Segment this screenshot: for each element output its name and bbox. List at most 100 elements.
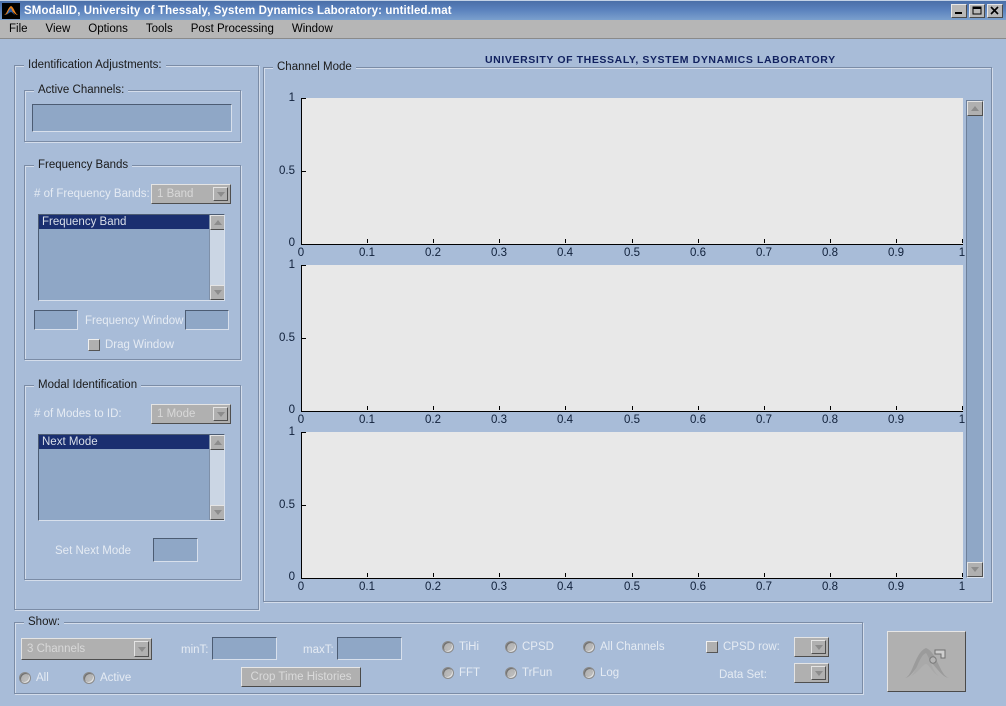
channels-dropdown[interactable]: 3 Channels xyxy=(21,638,152,660)
menu-post-processing[interactable]: Post Processing xyxy=(182,22,283,37)
menu-tools[interactable]: Tools xyxy=(137,22,182,37)
chevron-down-icon[interactable] xyxy=(811,640,826,654)
chart-2-xtick-mark xyxy=(698,406,699,410)
close-button[interactable] xyxy=(987,3,1003,18)
all-channels-radio[interactable] xyxy=(583,641,595,653)
mint-input[interactable] xyxy=(212,637,277,660)
active-channels-title: Active Channels: xyxy=(34,84,129,96)
chart-2-xtick-label: 0.7 xyxy=(756,414,772,426)
scroll-up-arrow-icon[interactable] xyxy=(210,215,224,230)
scroll-down-arrow-icon[interactable] xyxy=(210,505,224,520)
chart-2-ytick-mark xyxy=(302,265,306,266)
cpsd-radio-row[interactable]: CPSD xyxy=(505,641,554,653)
chevron-down-icon[interactable] xyxy=(134,641,149,657)
scroll-down-arrow-icon[interactable] xyxy=(967,562,983,577)
chart-3-xtick-mark xyxy=(830,573,831,577)
active-radio-row[interactable]: Active xyxy=(83,672,131,684)
fft-radio-row[interactable]: FFT xyxy=(442,667,480,679)
modes-count-label: # of Modes to ID: xyxy=(34,408,122,420)
drag-window-checkbox-row[interactable]: Drag Window xyxy=(88,339,174,351)
chart-1-xtick-mark xyxy=(830,239,831,243)
set-next-mode-input[interactable] xyxy=(153,538,198,562)
modes-listbox[interactable]: Next Mode xyxy=(38,434,225,521)
scroll-up-arrow-icon[interactable] xyxy=(210,435,224,450)
frequency-window-max-input[interactable] xyxy=(185,310,229,330)
chart-2-xtick-label: 0.1 xyxy=(359,414,375,426)
trfun-radio[interactable] xyxy=(505,667,517,679)
crop-time-histories-button[interactable]: Crop Time Histories xyxy=(241,667,361,687)
scroll-down-arrow-icon[interactable] xyxy=(210,285,224,300)
chart-1-ytick-mark xyxy=(302,98,306,99)
chart-1-xtick-mark xyxy=(896,239,897,243)
tihi-radio[interactable] xyxy=(442,641,454,653)
chart-1-xtick-label: 0.4 xyxy=(557,247,573,259)
channel-mode-title: Channel Mode xyxy=(273,61,356,73)
menu-file[interactable]: File xyxy=(0,22,37,37)
menu-view[interactable]: View xyxy=(37,22,80,37)
tihi-radio-row[interactable]: TiHi xyxy=(442,641,479,653)
frequency-window-min-input[interactable] xyxy=(34,310,78,330)
chart-2-xtick-mark xyxy=(301,406,302,410)
chart-2-xtick-mark xyxy=(764,406,765,410)
data-set-dropdown[interactable] xyxy=(794,663,829,683)
channels-dropdown-value: 3 Channels xyxy=(27,643,86,655)
maxt-input[interactable] xyxy=(337,637,402,660)
minimize-button[interactable] xyxy=(951,3,967,18)
menu-window[interactable]: Window xyxy=(283,22,342,37)
scroll-up-arrow-icon[interactable] xyxy=(967,101,983,116)
set-next-mode-label: Set Next Mode xyxy=(55,545,132,557)
chart-2-xtick-mark xyxy=(565,406,566,410)
all-radio-row[interactable]: All xyxy=(19,672,49,684)
maxt-label: maxT: xyxy=(303,644,334,656)
chevron-down-icon[interactable] xyxy=(213,407,228,421)
chart-2-xtick-label: 0.5 xyxy=(624,414,640,426)
drag-window-checkbox[interactable] xyxy=(88,339,100,351)
chart-1-xtick-label: 0 xyxy=(297,247,305,259)
chart-2-ytick-mark xyxy=(302,411,306,412)
modes-count-dropdown[interactable]: 1 Mode xyxy=(151,404,231,424)
log-radio[interactable] xyxy=(583,667,595,679)
cpsd-row-dropdown[interactable] xyxy=(794,637,829,657)
chevron-down-icon[interactable] xyxy=(811,666,826,680)
tihi-label: TiHi xyxy=(459,641,480,653)
chart-2-xtick-label: 0.8 xyxy=(822,414,838,426)
log-radio-row[interactable]: Log xyxy=(583,667,619,679)
data-set-label: Data Set: xyxy=(719,669,767,681)
membrane-logo-button[interactable] xyxy=(887,631,966,692)
frequency-bands-listbox[interactable]: Frequency Band xyxy=(38,214,225,301)
active-channels-input[interactable] xyxy=(32,104,232,132)
cpsd-row-checkbox-row[interactable]: CPSD row: xyxy=(706,641,780,653)
maximize-button[interactable] xyxy=(969,3,985,18)
cpsd-radio[interactable] xyxy=(505,641,517,653)
chart-3-xtick-label: 0.6 xyxy=(690,581,706,593)
chart-2-xtick-mark xyxy=(433,406,434,410)
chart-axes-3[interactable] xyxy=(301,432,963,579)
chart-1-ytick-0: 0 xyxy=(288,237,295,249)
active-radio[interactable] xyxy=(83,672,95,684)
all-channels-radio-row[interactable]: All Channels xyxy=(583,641,665,653)
cpsd-row-label: CPSD row: xyxy=(723,641,780,653)
list-item[interactable]: Next Mode xyxy=(39,435,224,449)
chart-3-xtick-label: 1 xyxy=(958,581,966,593)
list-item[interactable]: Frequency Band xyxy=(39,215,224,229)
trfun-radio-row[interactable]: TrFun xyxy=(505,667,552,679)
chart-1-xtick-label: 0.1 xyxy=(359,247,375,259)
modes-listbox-scrollbar[interactable] xyxy=(209,435,224,520)
chart-1-xtick-label: 0.7 xyxy=(756,247,772,259)
chart-axes-2[interactable] xyxy=(301,265,963,412)
frequency-bands-count-value: 1 Band xyxy=(157,188,194,200)
chart-3-ytick-0: 0 xyxy=(288,571,295,583)
cpsd-row-checkbox[interactable] xyxy=(706,641,718,653)
menu-options[interactable]: Options xyxy=(79,22,137,37)
all-radio[interactable] xyxy=(19,672,31,684)
chart-1-xtick-label: 0.8 xyxy=(822,247,838,259)
chart-axes-1[interactable] xyxy=(301,98,963,245)
chevron-down-icon[interactable] xyxy=(213,187,228,201)
frequency-bands-count-dropdown[interactable]: 1 Band xyxy=(151,184,231,204)
plot-vertical-scrollbar[interactable] xyxy=(966,100,984,578)
frequency-bands-listbox-scrollbar[interactable] xyxy=(209,215,224,300)
membrane-icon xyxy=(904,647,949,678)
chart-3-xtick-mark xyxy=(896,573,897,577)
matlab-membrane-icon xyxy=(2,2,20,19)
fft-radio[interactable] xyxy=(442,667,454,679)
